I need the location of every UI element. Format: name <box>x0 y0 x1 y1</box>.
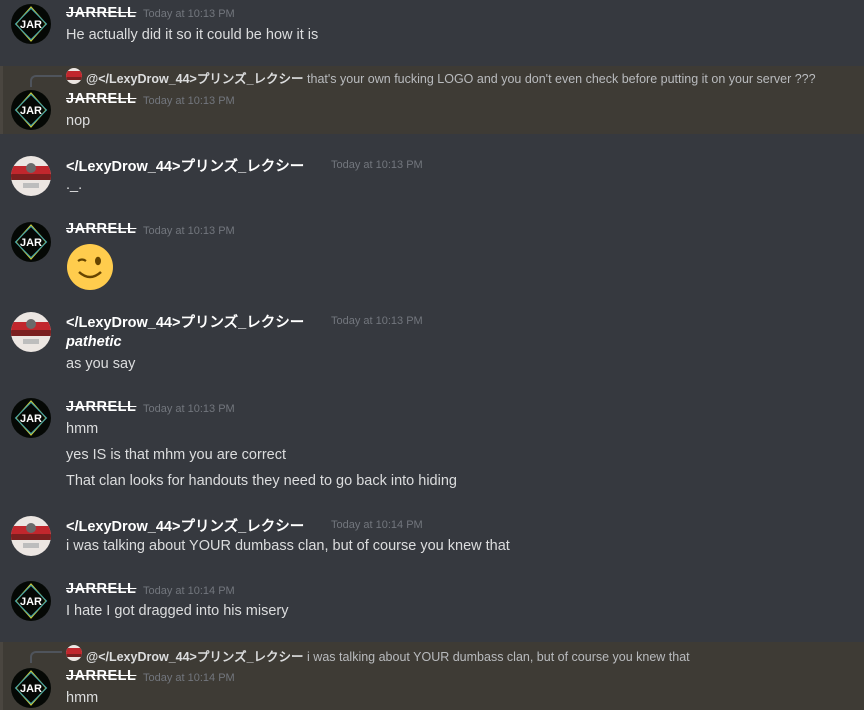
user-avatar[interactable]: JAR <box>11 4 51 44</box>
reply-spine <box>30 75 62 87</box>
timestamp[interactable]: Today at 10:13 PM <box>143 8 235 20</box>
lexy-avatar-icon <box>11 523 51 548</box>
author-name[interactable]: JARRELL <box>66 668 136 684</box>
message-group: </LexyDrow_44>プリンズ_レクシー Today at 10:14 P… <box>0 510 864 570</box>
user-avatar[interactable]: JAR <box>11 398 51 438</box>
lexy-avatar-icon <box>11 319 51 344</box>
svg-text:JAR: JAR <box>20 683 42 695</box>
message-text: ._. <box>66 177 83 193</box>
user-avatar[interactable]: JAR <box>11 222 51 262</box>
jar-logo-icon: JAR <box>14 583 48 619</box>
timestamp[interactable]: Today at 10:13 PM <box>143 225 235 237</box>
user-avatar[interactable] <box>11 312 51 352</box>
message-group-mention: @</LexyDrow_44>プリンズ_レクシー that's your own… <box>0 66 864 134</box>
timestamp[interactable]: Today at 10:13 PM <box>143 95 235 107</box>
author-name[interactable]: </LexyDrow_44>プリンズ_レクシー <box>66 311 304 332</box>
author-name[interactable]: JARRELL <box>66 91 136 107</box>
reply-avatar <box>66 68 82 84</box>
reply-avatar <box>66 645 82 661</box>
message-text: as you say <box>66 356 136 372</box>
svg-text:JAR: JAR <box>20 413 42 425</box>
user-avatar[interactable] <box>11 156 51 196</box>
lexy-avatar-icon <box>11 163 51 188</box>
message-text: hmm <box>66 690 99 706</box>
jar-logo-icon: JAR <box>14 224 48 260</box>
message-text: That clan looks for handouts they need t… <box>66 473 457 489</box>
message-text: pathetic <box>66 334 122 350</box>
author-name[interactable]: </LexyDrow_44>プリンズ_レクシー <box>66 155 304 176</box>
message-group: JAR JARRELL Today at 10:14 PM I hate I g… <box>0 576 864 636</box>
jar-logo-icon: JAR <box>14 92 48 128</box>
jar-logo-icon: JAR <box>14 400 48 436</box>
message-group: JAR JARRELL Today at 10:13 PM He actuall… <box>0 0 864 60</box>
user-avatar[interactable] <box>11 516 51 556</box>
svg-text:JAR: JAR <box>20 237 42 249</box>
svg-text:JAR: JAR <box>20 596 42 608</box>
message-text: nop <box>66 113 91 129</box>
message-text: hmm <box>66 421 99 437</box>
jar-logo-icon: JAR <box>14 670 48 706</box>
message-group: JAR JARRELL Today at 10:13 PM <box>0 216 864 296</box>
svg-text:JAR: JAR <box>20 19 42 31</box>
reply-spine <box>30 651 62 663</box>
message-group: </LexyDrow_44>プリンズ_レクシー Today at 10:13 P… <box>0 306 864 386</box>
reply-preview[interactable]: @</LexyDrow_44>プリンズ_レクシー i was talking a… <box>86 646 690 665</box>
timestamp[interactable]: Today at 10:13 PM <box>331 159 423 171</box>
message-text: yes IS is that mhm you are correct <box>66 447 286 463</box>
message-text: i was talking about YOUR dumbass clan, b… <box>66 538 510 554</box>
svg-text:JAR: JAR <box>20 105 42 117</box>
timestamp[interactable]: Today at 10:14 PM <box>331 519 423 531</box>
message-text: I hate I got dragged into his misery <box>66 603 289 619</box>
user-avatar[interactable]: JAR <box>11 668 51 708</box>
author-name[interactable]: JARRELL <box>66 581 136 597</box>
winking-face-icon[interactable] <box>66 243 114 291</box>
timestamp[interactable]: Today at 10:14 PM <box>143 585 235 597</box>
message-group: JAR JARRELL Today at 10:13 PM hmm yes IS… <box>0 394 864 504</box>
message-group-mention: @</LexyDrow_44>プリンズ_レクシー i was talking a… <box>0 642 864 710</box>
user-avatar[interactable]: JAR <box>11 90 51 130</box>
message-group: </LexyDrow_44>プリンズ_レクシー Today at 10:13 P… <box>0 150 864 210</box>
timestamp[interactable]: Today at 10:13 PM <box>143 403 235 415</box>
author-name[interactable]: JARRELL <box>66 221 136 237</box>
timestamp[interactable]: Today at 10:13 PM <box>331 315 423 327</box>
author-name[interactable]: JARRELL <box>66 399 136 415</box>
author-name[interactable]: JARRELL <box>66 5 136 21</box>
reply-preview[interactable]: @</LexyDrow_44>プリンズ_レクシー that's your own… <box>86 68 816 87</box>
message-text: He actually did it so it could be how it… <box>66 27 319 43</box>
jar-logo-icon: JAR <box>14 6 48 42</box>
user-avatar[interactable]: JAR <box>11 581 51 621</box>
timestamp[interactable]: Today at 10:14 PM <box>143 672 235 684</box>
author-name[interactable]: </LexyDrow_44>プリンズ_レクシー <box>66 515 304 536</box>
